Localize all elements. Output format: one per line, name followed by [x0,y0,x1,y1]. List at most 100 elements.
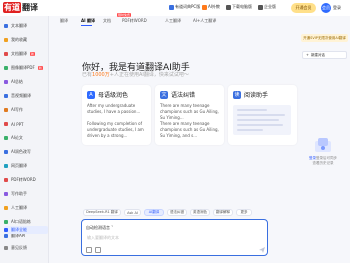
avatar[interactable]: 会员 [321,3,331,13]
sidebar-item-3[interactable]: 图像翻译PDF 新 [4,64,48,72]
sidebar-item-1[interactable]: 我的收藏 [4,36,48,44]
sidebar-item-icon [4,164,8,168]
sidebar-item-label: 图像翻译PDF [11,65,35,70]
new-chat-button[interactable]: + 新建对话 [302,51,347,59]
sidebar-item-badge: 新 [30,52,36,56]
sidebar-item-icon [4,150,8,154]
tab-human-translation[interactable]: 人工翻译 [165,18,181,24]
card-head: A 母语级润色 [87,90,128,99]
preview-line [237,129,263,131]
chip-deepseek[interactable]: DeepSeek-R1 翻译 [83,209,121,216]
empty-history-icon [315,138,331,152]
header-item-label: 企业版 [264,4,276,9]
sidebar-item-icon [4,206,8,210]
chip-ask-ai[interactable]: Ask AI [124,209,141,216]
chip-more[interactable]: 更多 [236,209,252,216]
preview-line [237,124,283,126]
top-header: 有道 翻译 有道词典PC版 AI外教 下载电脑版 企业版 开通会员 会员 登录 [0,0,350,16]
sidebar-item-0[interactable]: 文本翻译 [4,22,48,30]
sidebar-item-active[interactable]: 翻译全能 [4,226,48,234]
sidebar-item-7[interactable]: AI PPT [4,120,48,128]
sidebar-item-label: AI论文 [11,135,23,140]
tab-document[interactable]: 文档 [103,18,111,24]
preview-line [237,109,267,111]
new-chat-label: 新建对话 [310,52,325,57]
feedback-link[interactable]: 意见反馈 [4,244,48,252]
header-ai-tutor[interactable]: AI外教 [202,4,220,10]
logo[interactable]: 有道 翻译 [3,2,38,13]
subtitle-suffix: +人正在使用AI翻译，快来试试吧～ [109,72,189,78]
card-head: 读 阅读助手 [233,90,268,99]
sidebar-item-label: PDF转WORD [11,177,36,182]
card-grammar-correction[interactable]: 文 语法纠错 There are many teenage champions … [155,85,224,145]
sidebar-item-icon [4,220,8,224]
header-item-label: AI外教 [208,4,220,9]
chip-polish[interactable]: 英语润色 [190,209,210,216]
sidebar-item-5[interactable]: 音视频翻译 [4,92,48,100]
sidebar-item-icon [4,38,8,42]
enterprise-icon [258,4,263,10]
input-placeholder[interactable]: 输入要翻译的文本 [87,235,119,241]
header-item-label: 有道词典PC版 [175,4,201,9]
image-icon[interactable] [95,247,101,253]
active-tab-indicator [81,25,92,26]
tab-ai-human-translation[interactable]: AI+人工翻译 [193,18,216,24]
sidebar-item-12[interactable]: 写作助手 [4,190,48,198]
chevron-down-icon: ˅ [111,225,114,230]
chip-grammar[interactable]: 语法纠错 [167,209,187,216]
card-native-polish[interactable]: A 母语级润色 After my undergraduate studies, … [82,85,151,145]
sidebar-item-label: AI润色改写 [11,149,31,154]
sidebar-item-icon [4,178,8,182]
sidebar-item-label: 人工翻译 [11,205,27,210]
sidebar-item-14[interactable]: AI口语陪练 [4,218,48,226]
sidebar-item-icon [4,66,8,70]
feedback-label: 意见反馈 [11,245,27,250]
sidebar-item-13[interactable]: 人工翻译 [4,204,48,212]
header-dict-pc[interactable]: 有道词典PC版 [169,4,200,10]
tutor-icon [202,4,207,10]
language-mode-label: 自动检测语言 [86,225,110,230]
sidebar-item-11[interactable]: PDF转WORD [4,176,48,184]
tab-ai-translate[interactable]: AI 翻译 [81,18,95,24]
sidebar-item-9[interactable]: AI润色改写 [4,148,48,156]
sidebar-item-label: 音视频翻译 [11,93,31,98]
svip-banner[interactable]: 开通SVIP无限次使用AI翻译 [301,34,348,42]
header-enterprise[interactable]: 企业版 [258,4,276,10]
reading-preview [233,105,291,135]
sidebar-item-icon [4,192,8,196]
tab-translate[interactable]: 翻译 [60,18,68,24]
open-vip-button[interactable]: 开通会员 [291,3,316,13]
subtitle-prefix: 已有 [82,72,93,78]
language-detect-dropdown[interactable]: 自动检测语言 ˅ [86,225,113,231]
sidebar-item-2[interactable]: 文档翻译新 [4,50,48,58]
login-link[interactable]: 登录 [333,5,341,11]
attach-icon[interactable] [86,247,92,253]
sidebar-item-icon [4,228,8,232]
tab-pdf-to-word[interactable]: PDF转WORD [122,18,147,24]
plus-icon: + [306,53,309,57]
translation-input-box[interactable]: 自动检测语言 ˅ 输入要翻译的文本 [81,219,268,256]
card-title: 母语级润色 [98,92,129,99]
sidebar-item-label: 网页翻译 [11,163,27,168]
sidebar-item-label: 文本翻译 [11,23,27,28]
download-icon [226,4,231,10]
sidebar-item-icon [4,234,8,238]
sidebar-item-4[interactable]: AI总结 [4,78,48,86]
sidebar-item-icon [4,94,8,98]
sidebar-item-10[interactable]: 网页翻译 [4,162,48,170]
send-icon[interactable] [259,247,265,253]
sidebar-item-6[interactable]: AI写作 [4,106,48,114]
card-text: There are many teenage champions such as… [160,121,219,138]
dict-icon [169,4,174,10]
free-badge: 限时免费 [117,13,132,17]
login-history-link[interactable]: 登录 [309,156,316,160]
card-reading-assistant[interactable]: 读 阅读助手 [228,85,297,145]
chip-explain[interactable]: 翻译解释 [213,209,233,216]
logo-badge: 有道 [3,2,21,13]
sidebar-item-8[interactable]: AI论文 [4,134,48,142]
header-download[interactable]: 下载电脑版 [226,4,252,10]
polish-icon: A [87,90,95,99]
chip-ai-translate[interactable]: AI翻译 [144,209,164,216]
sidebar-item-icon [4,52,8,56]
empty-line2: 查看历史记录 [312,161,334,165]
